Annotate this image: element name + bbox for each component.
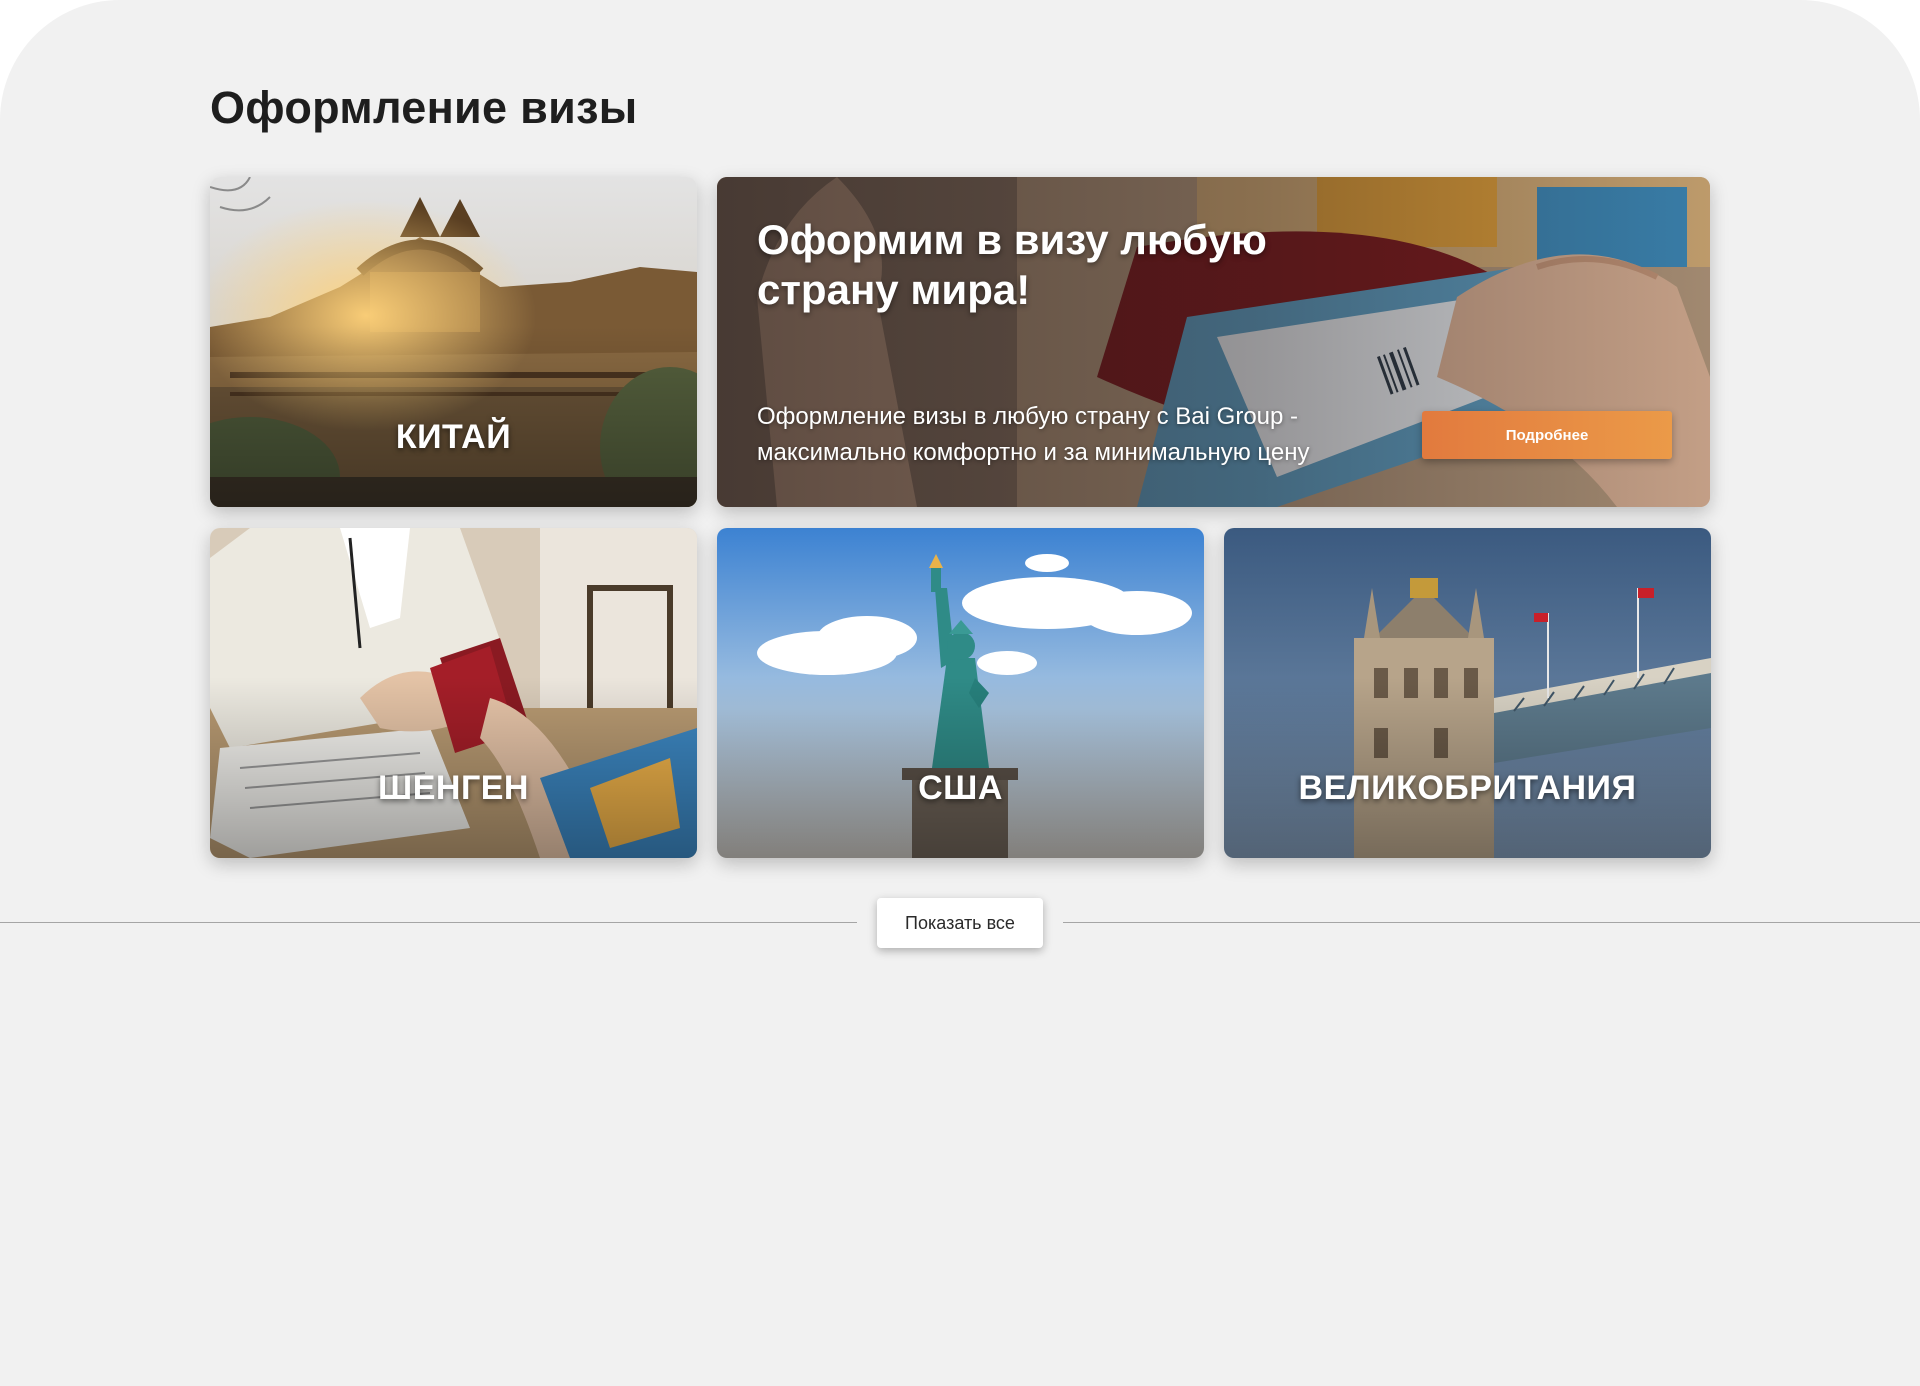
card-label-china: КИТАЙ [395,418,512,456]
divider-right [1063,922,1920,923]
more-button[interactable]: Подробнее [1422,411,1672,459]
divider-left [0,922,857,923]
section-title: Оформление визы [210,82,638,133]
promo-description: Оформление визы в любую страну с Bai Gro… [757,403,1310,466]
card-label-uk: ВЕЛИКОБРИТАНИЯ [1298,769,1637,807]
card-china[interactable]: КИТАЙ [210,177,697,507]
card-schengen[interactable]: ШЕНГЕН [210,528,697,858]
visa-section: Оформление визы КИТАЙ Оформим в визу люб… [0,0,1920,1386]
card-uk[interactable]: ВЕЛИКОБРИТАНИЯ [1224,528,1711,858]
promo-title: Оформим в визу любую страну мира! [757,216,1267,313]
show-all-button[interactable]: Показать все [877,898,1043,948]
promo-banner: Оформим в визу любую страну мира! Оформл… [717,177,1710,507]
card-label-usa: США [918,769,1003,807]
card-label-schengen: ШЕНГЕН [378,769,529,807]
card-usa[interactable]: США [717,528,1204,858]
